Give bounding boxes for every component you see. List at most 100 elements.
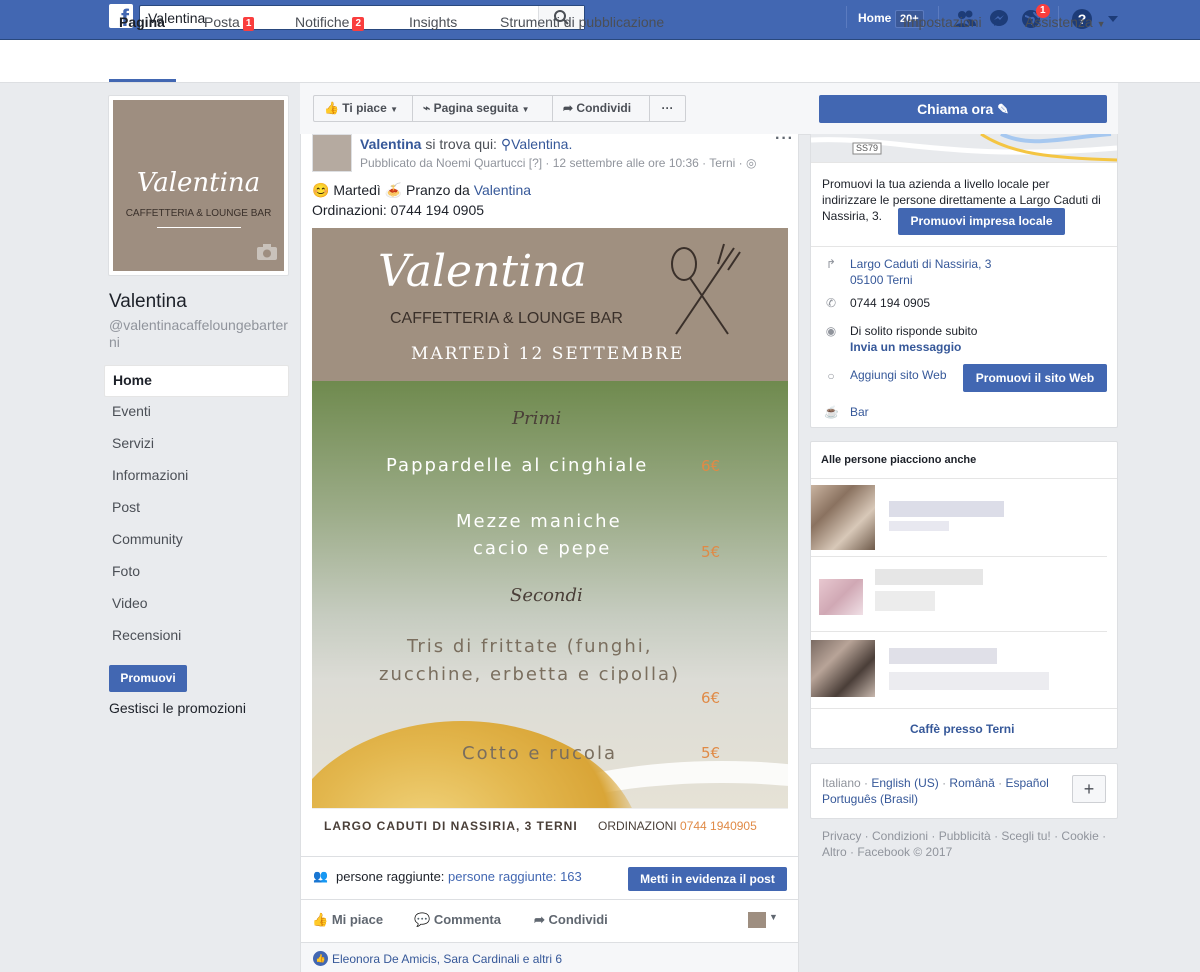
post-menu-image[interactable]: Valentina CAFFETTERIA & LOUNGE BAR MARTE…	[312, 228, 788, 840]
follow-page-button[interactable]: ⌁ Pagina seguita ▼	[412, 95, 553, 122]
tab-insights[interactable]: Insights	[409, 14, 457, 30]
footer-links[interactable]: Privacy · Condizioni · Pubblicità · Sceg…	[822, 828, 1112, 860]
account-menu-chevron-icon[interactable]	[1106, 8, 1130, 30]
divider	[811, 478, 1117, 479]
notifiche-badge: 2	[352, 17, 365, 31]
tab-impostazioni[interactable]: Impostazioni	[903, 14, 982, 30]
chevron-down-icon: ▼	[521, 105, 530, 114]
tab-posta[interactable]: Posta 1	[204, 14, 255, 31]
tab-strumenti-pubblicazione[interactable]: Strumenti di pubblicazione	[500, 14, 664, 30]
more-options-button[interactable]: ···	[649, 95, 686, 122]
related-pages-title: Alle persone piacciono anche	[821, 454, 977, 466]
side-nav-home[interactable]: Home	[104, 365, 289, 397]
share-page-button[interactable]: ➦ Condividi	[552, 95, 650, 122]
post-options-icon[interactable]: ···	[775, 130, 794, 148]
address-line-2[interactable]: 05100 Terni	[850, 273, 913, 287]
fork-spoon-icon	[671, 243, 741, 335]
logo-divider	[157, 227, 241, 228]
directions-arrow-icon: ↱	[825, 257, 837, 271]
category-icon: ☕	[824, 405, 839, 419]
messenger-icon[interactable]	[988, 8, 1012, 30]
side-nav-recensioni[interactable]: Recensioni	[104, 621, 289, 653]
add-website-link[interactable]: Aggiungi sito Web	[850, 368, 947, 382]
chevron-down-icon[interactable]: ▼	[769, 912, 778, 922]
posta-badge: 1	[242, 17, 255, 31]
menu-header-band: Valentina CAFFETTERIA & LOUNGE BAR MARTE…	[312, 228, 788, 381]
boost-post-button[interactable]: Metti in evidenza il post	[628, 867, 787, 891]
like-post-button[interactable]: 👍 Mi piace	[312, 912, 383, 928]
share-arrow-icon: ➦	[534, 912, 545, 927]
menu-address: LARGO CADUTI DI NASSIRIA, 3 TERNI	[324, 819, 578, 833]
post-header: Valentina si trova qui: ⚲Valentina.	[360, 136, 572, 153]
page-username[interactable]: @valentinacaffeloungebarterni	[109, 317, 289, 351]
menu-orders: ORDINAZIONI 0744 1940905	[598, 819, 757, 833]
profile-logo-subtitle: CAFFETTERIA & LOUNGE BAR	[125, 208, 272, 219]
post-mention-link[interactable]: Valentina	[474, 182, 531, 198]
related-page-item[interactable]	[811, 640, 1107, 697]
home-link[interactable]: Home	[858, 11, 891, 25]
share-post-button[interactable]: ➦ Condividi	[534, 912, 608, 928]
tab-notifiche[interactable]: Notifiche 2	[295, 14, 365, 31]
language-english[interactable]: English (US)	[871, 776, 938, 790]
promote-website-button[interactable]: Promuovi il sito Web	[963, 364, 1107, 392]
post-author-avatar[interactable]	[312, 134, 352, 172]
add-language-button[interactable]: +	[1072, 775, 1106, 803]
comment-icon: 💬	[414, 912, 431, 927]
related-page-meta-blurred	[889, 521, 949, 531]
category-link[interactable]: Bar	[850, 405, 869, 419]
thumbs-up-outline-icon: 👍	[312, 912, 329, 927]
related-page-avatar	[819, 579, 863, 615]
divider	[811, 246, 1117, 247]
camera-icon[interactable]	[256, 243, 278, 261]
language-list: Italiano · English (US) · Română · Españ…	[822, 776, 1049, 806]
side-nav-foto[interactable]: Foto	[104, 557, 289, 589]
tab-pagina[interactable]: Pagina	[119, 14, 165, 30]
send-message-link[interactable]: Invia un messaggio	[850, 340, 961, 354]
menu-brand-subtitle: CAFFETTERIA & LOUNGE BAR	[390, 310, 623, 327]
promote-local-business-button[interactable]: Promuovi impresa locale	[898, 208, 1065, 235]
side-nav-video[interactable]: Video	[104, 589, 289, 621]
post-text-line-2: Ordinazioni: 0744 194 0905	[312, 202, 485, 218]
related-page-item[interactable]	[811, 565, 1107, 620]
manage-promotions-link[interactable]: Gestisci le promozioni	[109, 700, 246, 716]
side-nav-eventi[interactable]: Eventi	[104, 397, 289, 429]
related-page-avatar	[811, 640, 875, 697]
post-location-link[interactable]: Valentina.	[511, 136, 572, 152]
post-likers-link[interactable]: Eleonora De Amicis, Sara Cardinali e alt…	[332, 952, 562, 966]
address-line-1[interactable]: Largo Caduti di Nassiria, 3	[850, 257, 991, 271]
language-portuguese[interactable]: Português (Brasil)	[822, 792, 918, 806]
related-category-link[interactable]: Caffè presso Terni	[910, 722, 1014, 736]
side-nav-servizi[interactable]: Servizi	[104, 429, 289, 461]
profile-picture-frame[interactable]: Valentina CAFFETTERIA & LOUNGE BAR	[108, 95, 289, 276]
side-nav-post[interactable]: Post	[104, 493, 289, 525]
topbar-divider	[846, 6, 847, 28]
menu-price-1: 6€	[701, 457, 721, 475]
like-page-button[interactable]: 👍 Ti piace ▼	[313, 95, 413, 122]
post-author-name[interactable]: Valentina	[360, 136, 421, 152]
language-romanian[interactable]: Română	[949, 776, 994, 790]
side-nav-community[interactable]: Community	[104, 525, 289, 557]
call-now-button[interactable]: Chiama ora ✎	[819, 95, 1107, 123]
post-text-line-1: 😊 Martedì 🍝 Pranzo da Valentina	[312, 182, 532, 198]
side-nav-informazioni[interactable]: Informazioni	[104, 461, 289, 493]
comment-post-button[interactable]: 💬 Commenta	[414, 912, 501, 928]
menu-brand-name: Valentina	[378, 246, 587, 297]
post-reach-link[interactable]: persone raggiunte: 163	[448, 869, 582, 884]
rss-icon: ⌁	[423, 101, 431, 115]
related-page-name-blurred	[889, 501, 1004, 517]
page-side-navigation: Home Eventi Servizi Informazioni Post Co…	[104, 365, 289, 653]
divider	[811, 708, 1117, 709]
related-page-item[interactable]	[811, 485, 1107, 550]
location-map[interactable]: SS79	[811, 134, 1117, 162]
tab-assistenza[interactable]: Assistenza ▼	[1025, 14, 1106, 30]
menu-price-3: 6€	[701, 689, 721, 707]
globe-icon: ○	[827, 369, 835, 383]
language-spanish[interactable]: Español	[1005, 776, 1048, 790]
post-as-avatar[interactable]	[748, 912, 766, 928]
menu-price-2: 5€	[701, 543, 721, 561]
people-icon: 👥	[313, 869, 328, 883]
messenger-icon: ◉	[825, 324, 837, 338]
promote-button[interactable]: Promuovi	[109, 665, 187, 692]
page-name[interactable]: Valentina	[109, 291, 187, 313]
profile-picture[interactable]: Valentina CAFFETTERIA & LOUNGE BAR	[113, 100, 284, 271]
